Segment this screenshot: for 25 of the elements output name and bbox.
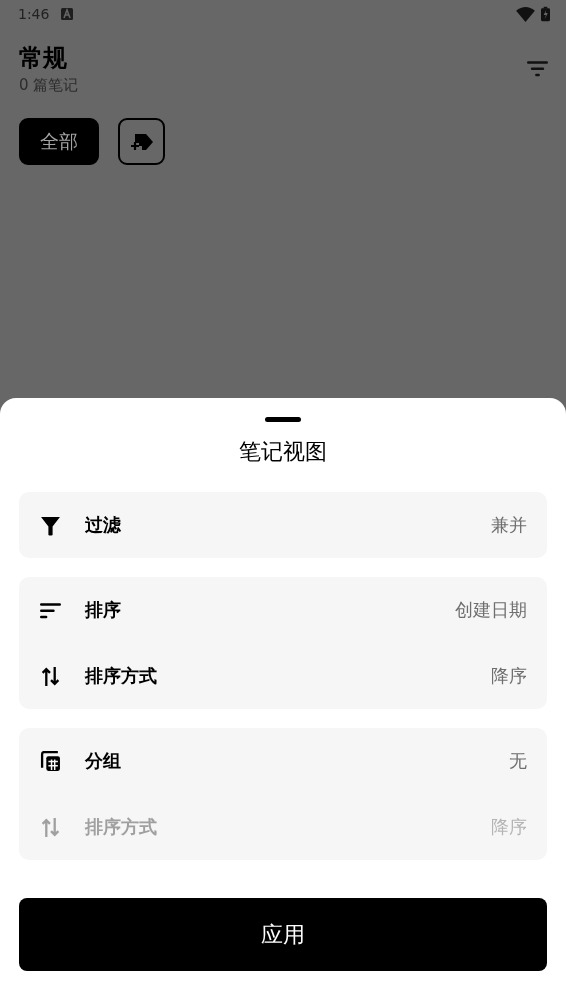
swap-arrows-icon <box>40 665 61 687</box>
add-tag-button[interactable] <box>118 118 165 165</box>
group-icon <box>40 750 61 772</box>
option-value[interactable]: 创建日期 <box>455 598 527 622</box>
note-count: 0 篇笔记 <box>19 75 80 96</box>
apply-button[interactable]: 应用 <box>19 898 547 971</box>
option-label[interactable]: 排序方式 <box>85 664 491 688</box>
option-value[interactable]: 兼并 <box>491 513 527 537</box>
battery-icon <box>541 6 550 22</box>
notification-icon <box>61 8 74 20</box>
drag-handle[interactable] <box>265 417 301 422</box>
wifi-icon <box>516 6 535 22</box>
sheet-title: 笔记视图 <box>239 438 327 466</box>
filter-icon <box>40 514 61 536</box>
page-title: 常规 <box>19 43 68 74</box>
option-label[interactable]: 过滤 <box>85 513 491 537</box>
option-label[interactable]: 排序 <box>85 598 455 622</box>
option-label[interactable]: 分组 <box>85 749 509 773</box>
tag-plus-icon <box>129 131 154 152</box>
option-value[interactable]: 无 <box>509 749 527 773</box>
swap-arrows-icon <box>40 816 61 838</box>
filter-icon[interactable] <box>527 61 548 77</box>
status-time: 1:46 <box>18 6 50 22</box>
filter-chip[interactable]: 全部 <box>19 118 99 165</box>
option-value[interactable]: 降序 <box>491 664 527 688</box>
